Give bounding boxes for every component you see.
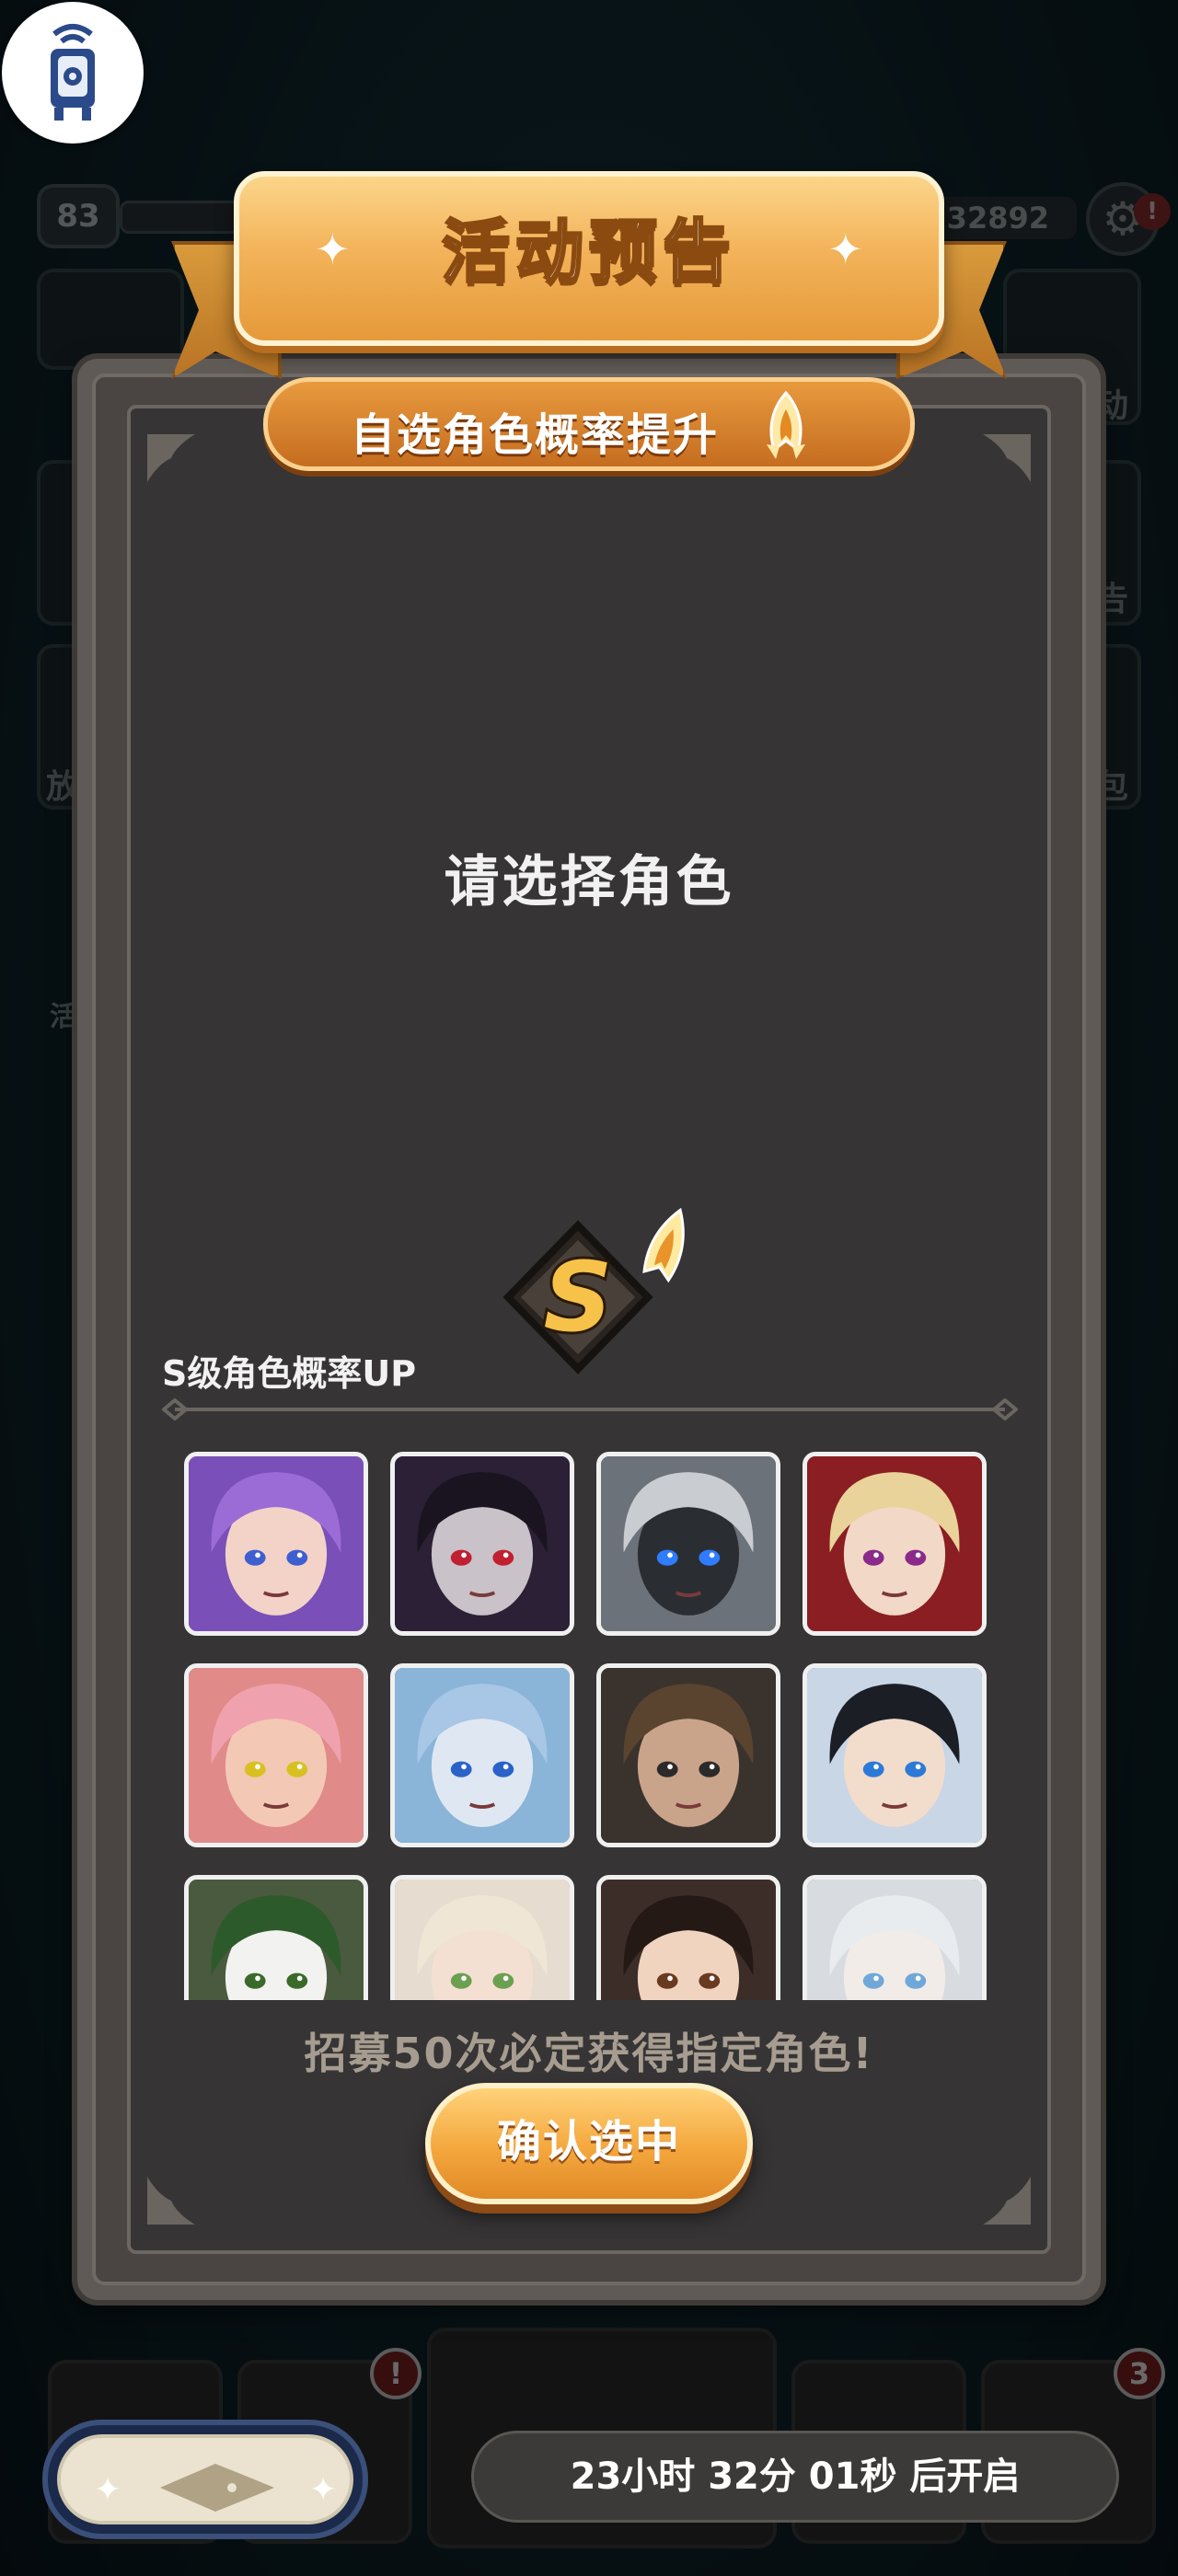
character-portrait-bearded-hunter[interactable] <box>596 1663 780 1847</box>
character-portrait-purple-hair-girl[interactable] <box>184 1452 368 1636</box>
confirm-select-button[interactable]: 确认选中 <box>425 2083 753 2204</box>
character-grid-scroll[interactable] <box>184 1452 999 2000</box>
device-wifi-icon <box>51 24 95 121</box>
portrait-art-icon <box>807 1880 982 2000</box>
character-portrait-robot-knight[interactable] <box>596 1452 780 1636</box>
portrait-art-icon <box>601 1456 776 1631</box>
corner-ornament-icon <box>983 434 1031 482</box>
character-portrait-blue-hair-lady[interactable] <box>390 1663 574 1847</box>
corner-ornament-icon <box>983 2177 1031 2225</box>
portrait-art-icon <box>189 1880 364 2000</box>
portrait-art-icon <box>395 1880 570 2000</box>
character-grid <box>184 1452 999 2000</box>
back-button[interactable]: ✦ ✦ <box>42 2420 368 2539</box>
character-portrait-cream-hair-girl[interactable] <box>390 1875 574 2000</box>
corner-ornament-icon <box>147 2177 195 2225</box>
s-rank-badge-icon: S <box>502 1207 685 1374</box>
character-portrait-white-hair-elf[interactable] <box>803 1875 987 2000</box>
portrait-art-icon <box>189 1668 364 1843</box>
character-portrait-dark-hair-priestess[interactable] <box>596 1875 780 2000</box>
rate-up-banner: 自选角色概率提升 <box>263 377 915 471</box>
back-arrow-icon: ✦ ✦ <box>94 2464 337 2512</box>
portrait-art-icon <box>601 1668 776 1843</box>
portrait-art-icon <box>807 1456 982 1631</box>
title-ribbon: ✦ ✦ 活动预告 <box>234 171 944 346</box>
portrait-art-icon <box>189 1456 364 1631</box>
character-portrait-black-hair-swordsman[interactable] <box>803 1663 987 1847</box>
s-rank-rate-up-label: S级角色概率UP <box>162 1353 417 1394</box>
svg-text:✦: ✦ <box>309 2471 337 2509</box>
guarantee-text: 招募50次必定获得指定角色! <box>304 2029 874 2078</box>
portrait-art-icon <box>395 1668 570 1843</box>
select-character-prompt: 请选择角色 <box>444 850 734 914</box>
section-divider <box>162 1398 1018 1420</box>
character-portrait-blonde-elf[interactable] <box>803 1452 987 1636</box>
countdown-timer: 23小时 32分 01秒 后开启 <box>471 2431 1119 2523</box>
corner-ornament-icon <box>147 434 195 482</box>
rate-up-banner-text: 自选角色概率提升 <box>351 409 720 461</box>
back-button-face: ✦ ✦ <box>57 2434 353 2524</box>
svg-text:✦: ✦ <box>94 2471 121 2509</box>
assistive-float-button[interactable] <box>2 2 144 144</box>
s-rank-letter: S <box>544 1241 613 1353</box>
rocket-boost-icon <box>767 390 805 459</box>
portrait-art-icon <box>395 1456 570 1631</box>
character-portrait-dark-masked-villain[interactable] <box>390 1452 574 1636</box>
portrait-art-icon <box>807 1668 982 1843</box>
character-portrait-pink-hair-girl[interactable] <box>184 1663 368 1847</box>
event-title: 活动预告 <box>441 212 736 293</box>
character-portrait-joker-clown[interactable] <box>184 1875 368 2000</box>
portrait-art-icon <box>601 1880 776 2000</box>
